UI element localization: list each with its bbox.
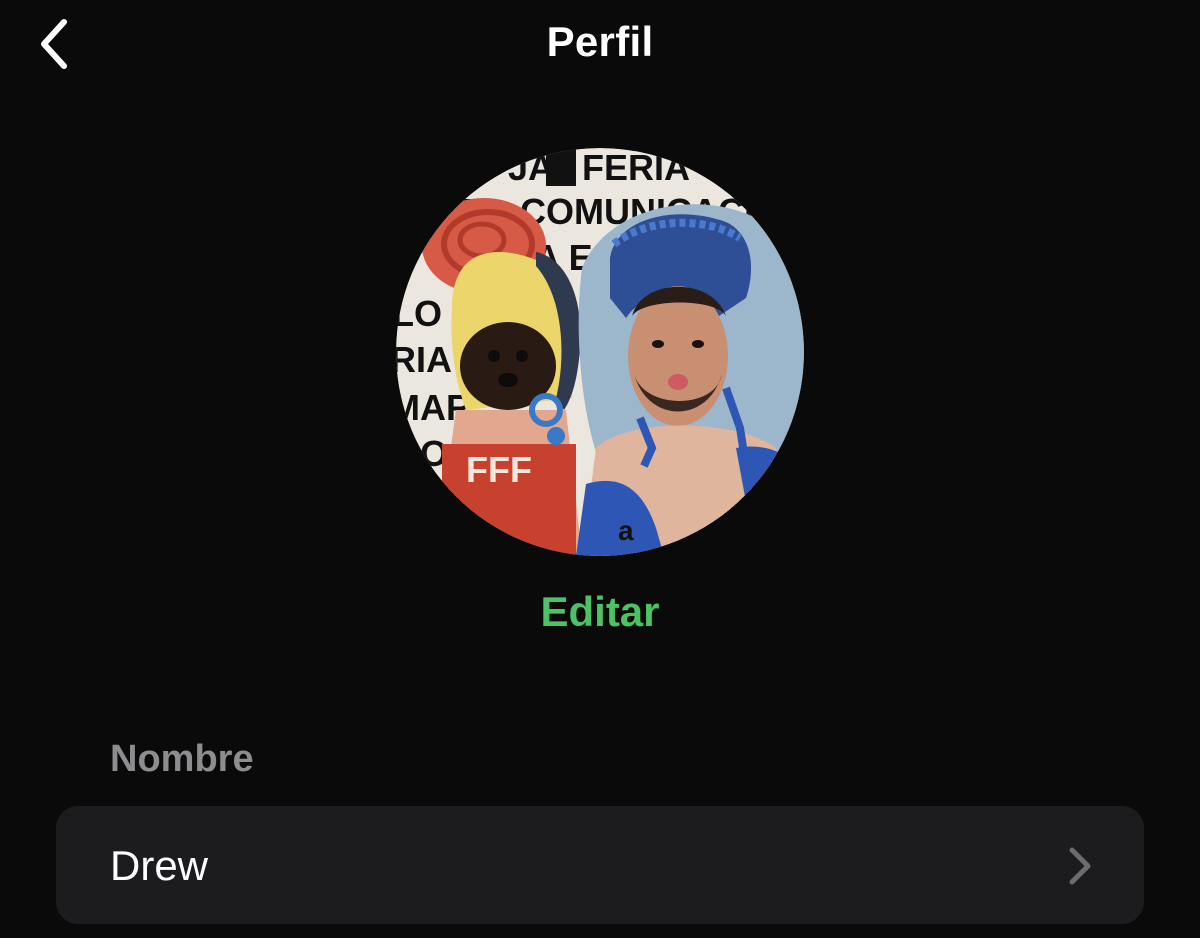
collage-text: LO xyxy=(396,293,442,334)
name-row[interactable]: Drew xyxy=(56,806,1144,924)
profile-photo: JA FERIA ES COMUNICACIO A ES LO RIA MAR … xyxy=(396,148,804,556)
name-section-label: Nombre xyxy=(110,738,254,780)
chevron-right-icon xyxy=(1069,847,1091,885)
page-title: Perfil xyxy=(546,18,654,65)
edit-photo-button[interactable]: Editar xyxy=(0,588,1200,636)
collage-text: a xyxy=(618,515,634,546)
collage-text: LO xyxy=(398,433,448,474)
collage-text: FFF xyxy=(466,449,532,490)
name-value: Drew xyxy=(110,842,209,889)
collage-text: FERIA xyxy=(582,148,690,188)
collage-text: JA xyxy=(508,148,554,188)
avatar[interactable]: JA FERIA ES COMUNICACIO A ES LO RIA MAR … xyxy=(396,148,804,556)
collage-text: RIA xyxy=(396,339,452,380)
